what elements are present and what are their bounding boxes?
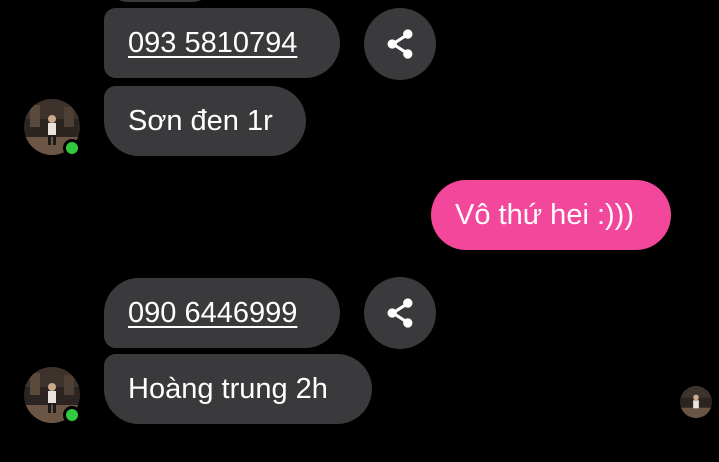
message-bubble-outgoing[interactable]: Vô thứ hei :)))	[431, 180, 671, 250]
message-bubble-phone-2[interactable]: 090 6446999	[104, 278, 340, 348]
message-text: Vô thứ hei :)))	[455, 198, 634, 231]
chat-thread: 093 5810794 Sơn đen 1r Vô thứ hei :))) 0…	[0, 0, 719, 462]
share-button[interactable]	[364, 8, 436, 80]
message-bubble-partial[interactable]	[104, 0, 216, 2]
online-status-dot	[63, 406, 81, 424]
message-bubble-text-2[interactable]: Hoàng trung 2h	[104, 354, 372, 424]
share-icon	[387, 29, 413, 59]
phone-number-link[interactable]: 090 6446999	[128, 298, 297, 328]
online-status-dot	[63, 139, 81, 157]
share-icon	[387, 298, 413, 328]
message-text: Sơn đen 1r	[128, 104, 273, 137]
seen-receipt-avatar	[680, 386, 712, 418]
message-bubble-phone-1[interactable]: 093 5810794	[104, 8, 340, 78]
message-text: Hoàng trung 2h	[128, 372, 328, 405]
phone-number-link[interactable]: 093 5810794	[128, 28, 297, 58]
message-bubble-text-1[interactable]: Sơn đen 1r	[104, 86, 306, 156]
seen-avatar-photo	[680, 386, 712, 418]
share-button[interactable]	[364, 277, 436, 349]
